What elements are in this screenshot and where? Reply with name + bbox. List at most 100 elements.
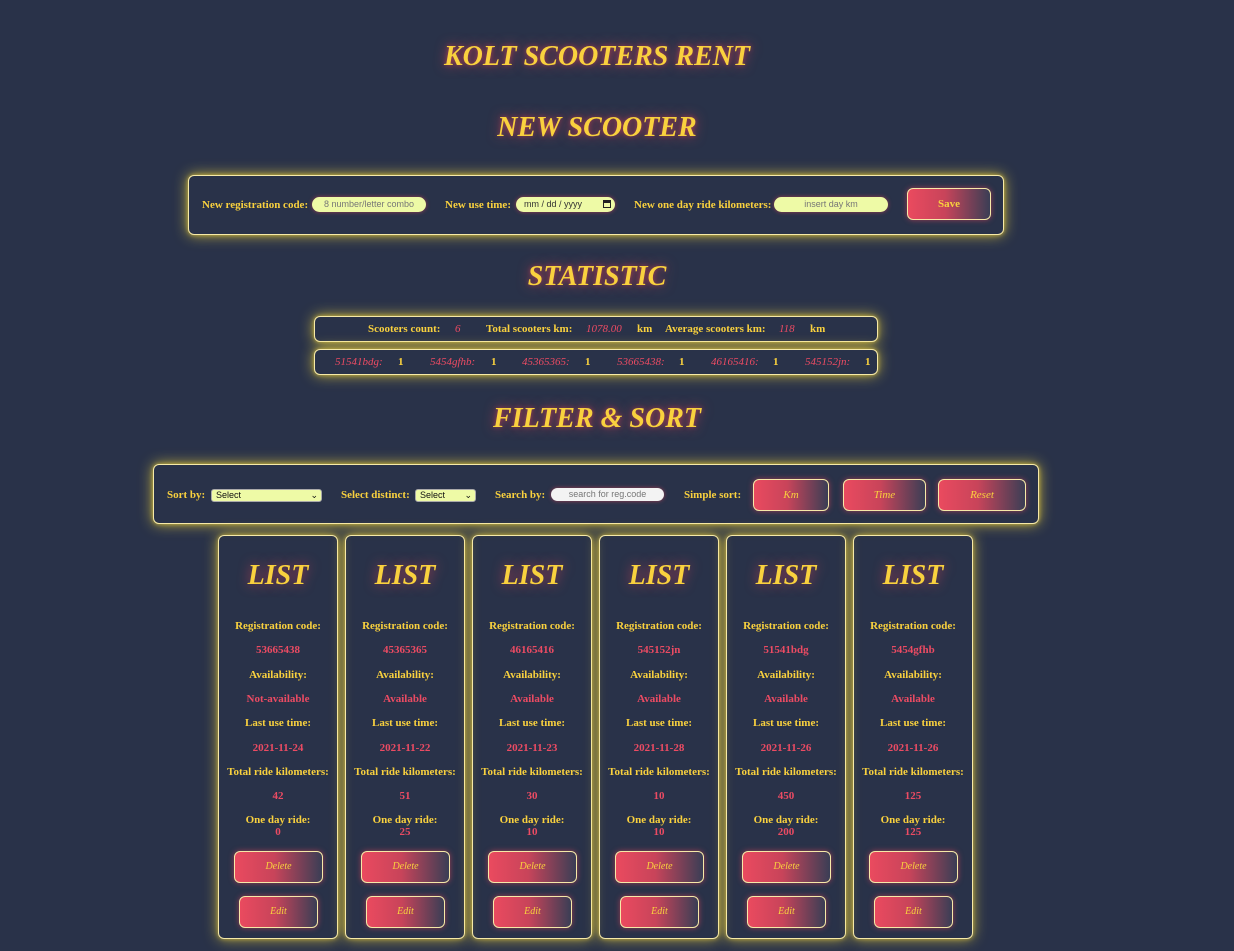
last-use-label: Last use time: [245, 717, 311, 729]
total-km-label: Total ride kilometers: [735, 766, 837, 778]
code-stat-label: 51541bdg: [335, 356, 383, 368]
statistic-codes: 51541bdg: 1 5454gfhb: 1 45365365: 1 5366… [314, 349, 878, 375]
last-use-label: Last use time: [372, 717, 438, 729]
total-km-value: 30 [526, 790, 538, 802]
use-time-placeholder: mm / dd / yyyy [524, 199, 583, 209]
last-use-label: Last use time: [880, 717, 946, 729]
last-use-value: 2021-11-26 [760, 742, 812, 754]
edit-button[interactable]: Edit [620, 896, 699, 928]
total-km-label: Total ride kilometers: [227, 766, 329, 778]
sort-by-value: Select [216, 490, 242, 500]
edit-button[interactable]: Edit [366, 896, 445, 928]
use-time-label: New use time: [445, 199, 511, 211]
scooter-card: LIST Registration code: 53665438 Availabili… [218, 535, 338, 939]
total-km-unit: km [637, 323, 653, 335]
edit-button[interactable]: Edit [874, 896, 953, 928]
day-km-input[interactable]: insert day km [774, 197, 888, 212]
select-distinct-select[interactable]: Select ⌄ [415, 489, 476, 502]
filter-sort-title: FILTER & SORT [493, 403, 701, 434]
reg-code-label: Registration code: [362, 620, 448, 632]
new-scooter-title: NEW SCOOTER [497, 112, 697, 143]
one-day-value: 10 [526, 826, 538, 838]
one-day-label: One day ride: [245, 814, 311, 826]
sort-by-select[interactable]: Select ⌄ [211, 489, 322, 502]
total-km-value: 42 [272, 790, 284, 802]
scooter-card: LIST Registration code: 5454gfhb Availabili… [853, 535, 973, 939]
one-day-label: One day ride: [626, 814, 692, 826]
availability-label: Availability: [884, 669, 942, 681]
availability-label: Availability: [503, 669, 561, 681]
chevron-down-icon: ⌄ [310, 490, 318, 500]
card-title: LIST [755, 560, 817, 591]
reg-code-value: 45365365 [383, 644, 427, 656]
reg-code-label: New registration code: [202, 199, 309, 211]
last-use-value: 2021-11-26 [887, 742, 939, 754]
edit-button[interactable]: Edit [747, 896, 826, 928]
reset-button[interactable]: Reset [938, 479, 1026, 511]
delete-button[interactable]: Delete [361, 851, 450, 883]
scooters-count-value: 6 [455, 323, 461, 335]
total-km-label: Total ride kilometers: [862, 766, 964, 778]
availability-value: Not-available [246, 693, 310, 705]
last-use-value: 2021-11-24 [252, 742, 304, 754]
availability-value: Available [510, 693, 554, 705]
code-stat-label: 53665438: [617, 356, 665, 368]
delete-button[interactable]: Delete [869, 851, 958, 883]
total-km-value: 450 [777, 790, 795, 802]
search-by-label: Search by: [495, 489, 546, 501]
availability-label: Availability: [630, 669, 688, 681]
sort-time-button[interactable]: Time [843, 479, 926, 511]
code-stat-label: 46165416: [711, 356, 759, 368]
calendar-icon[interactable] [603, 200, 611, 208]
one-day-value: 0 [275, 826, 281, 838]
total-km-label: Total ride kilometers: [608, 766, 710, 778]
select-distinct-value: Select [420, 490, 446, 500]
availability-label: Availability: [757, 669, 815, 681]
card-title: LIST [628, 560, 690, 591]
app-title: KOLT SCOOTERS RENT [444, 41, 750, 72]
reg-code-label: Registration code: [743, 620, 829, 632]
delete-button[interactable]: Delete [234, 851, 323, 883]
total-km-value: 51 [399, 790, 411, 802]
one-day-value: 125 [904, 826, 922, 838]
one-day-label: One day ride: [753, 814, 819, 826]
one-day-label: One day ride: [499, 814, 565, 826]
reg-code-input[interactable]: 8 number/letter combo [312, 197, 426, 212]
total-km-label: Total ride kilometers: [354, 766, 456, 778]
edit-button[interactable]: Edit [239, 896, 318, 928]
average-km-unit: km [810, 323, 826, 335]
code-stat-label: 545152jn: [805, 356, 851, 368]
statistic-summary: Scooters count: 6 Total scooters km: 107… [314, 316, 878, 342]
search-input[interactable]: search for reg.code [551, 488, 664, 501]
use-time-input[interactable]: mm / dd / yyyy [516, 197, 615, 212]
total-km-label: Total ride kilometers: [481, 766, 583, 778]
one-day-value: 25 [399, 826, 411, 838]
delete-button[interactable]: Delete [488, 851, 577, 883]
code-stat-count: 1 [679, 356, 685, 368]
reg-code-label: Registration code: [616, 620, 702, 632]
edit-button[interactable]: Edit [493, 896, 572, 928]
availability-label: Availability: [249, 669, 307, 681]
code-stat-label: 5454gfhb: [430, 356, 476, 368]
delete-button[interactable]: Delete [615, 851, 704, 883]
save-button[interactable]: Save [907, 188, 991, 220]
reg-code-value: 46165416 [510, 644, 554, 656]
scooter-card: LIST Registration code: 545152jn Availabili… [599, 535, 719, 939]
card-title: LIST [247, 560, 309, 591]
code-stat-count: 1 [398, 356, 404, 368]
last-use-label: Last use time: [626, 717, 692, 729]
select-distinct-label: Select distinct: [341, 489, 410, 501]
one-day-label: One day ride: [372, 814, 438, 826]
reg-code-value: 5454gfhb [891, 644, 935, 656]
average-km-label: Average scooters km: [665, 323, 766, 335]
availability-value: Available [637, 693, 681, 705]
delete-button[interactable]: Delete [742, 851, 831, 883]
one-day-value: 10 [653, 826, 665, 838]
day-km-label: New one day ride kilometers: [634, 199, 772, 211]
sort-km-button[interactable]: Km [753, 479, 829, 511]
scooters-count-label: Scooters count: [368, 323, 441, 335]
availability-value: Available [764, 693, 808, 705]
last-use-label: Last use time: [499, 717, 565, 729]
card-title: LIST [501, 560, 563, 591]
scooter-card: LIST Registration code: 46165416 Availabili… [472, 535, 592, 939]
